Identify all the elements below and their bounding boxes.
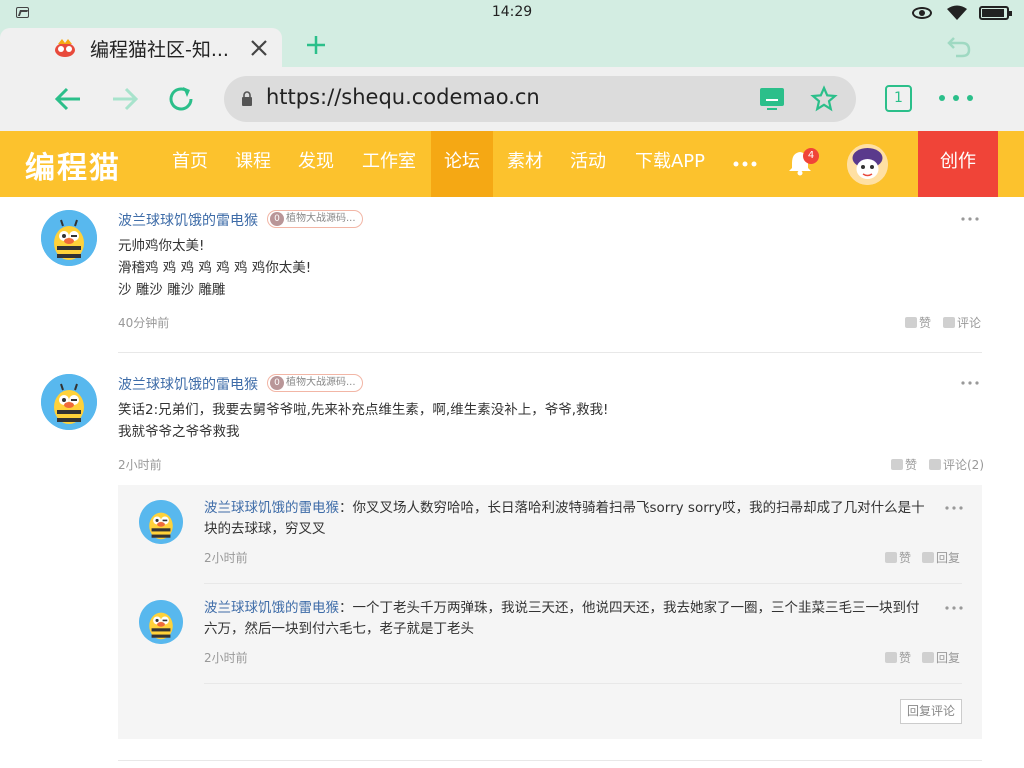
new-tab-icon[interactable]	[304, 33, 328, 57]
comment-username[interactable]: 波兰球球饥饿的雷电猴	[118, 374, 258, 394]
thumb-up-icon	[891, 459, 903, 470]
comment-icon	[929, 459, 941, 470]
reply-content: 波兰球球饥饿的雷电猴：一个丁老头千万两弹珠，我说三天还，他说四天还，我去她家了一…	[204, 600, 920, 637]
codemao-favicon-icon	[55, 39, 75, 57]
user-title: 植物大战源码...	[286, 377, 356, 388]
user-level: 0	[270, 212, 284, 226]
reply-avatar[interactable]	[139, 500, 183, 544]
nav-forum[interactable]: 论坛	[431, 131, 493, 197]
reply-more-icon[interactable]	[945, 506, 963, 510]
comment-icon	[943, 317, 955, 328]
nav-materials[interactable]: 素材	[497, 131, 553, 197]
eye-icon	[912, 7, 932, 19]
tv-icon[interactable]	[758, 85, 786, 113]
comment-time: 40分钟前	[118, 316, 170, 330]
reply-like-button[interactable]: 赞	[885, 549, 911, 566]
nav-courses[interactable]: 课程	[225, 131, 281, 197]
thumb-up-icon	[905, 317, 917, 328]
nav-download-app[interactable]: 下载APP	[624, 131, 716, 197]
divider	[118, 352, 982, 353]
reply-button[interactable]: 回复	[922, 549, 960, 566]
tab-count-button[interactable]: 1	[885, 85, 912, 112]
thumb-up-icon	[885, 652, 897, 663]
comment-line: 元帅鸡你太美!	[118, 238, 205, 254]
url-bar[interactable]: https://shequ.codemao.cn	[224, 76, 856, 122]
url-text[interactable]: https://shequ.codemao.cn	[266, 85, 540, 109]
nav-home[interactable]: 首页	[162, 131, 218, 197]
comment-avatar[interactable]	[41, 374, 97, 430]
status-time: 14:29	[491, 4, 533, 20]
comment-icon	[922, 652, 934, 663]
comment-button[interactable]: 评论	[943, 314, 981, 331]
reply-like-button[interactable]: 赞	[885, 649, 911, 666]
site-header: 编程猫 首页 课程 发现 工作室 论坛 素材 活动 下载APP 4 创作	[0, 131, 1024, 197]
reply-username[interactable]: 波兰球球饥饿的雷电猴	[204, 500, 339, 516]
wifi-icon	[947, 5, 967, 20]
reply-content: 波兰球球饥饿的雷电猴：你叉叉场人数穷哈哈，长日落哈利波特骑着扫帚飞sorry s…	[204, 500, 925, 537]
divider	[118, 760, 982, 761]
back-arrow-icon[interactable]	[52, 83, 84, 115]
browser-tab[interactable]: 编程猫社区-知...	[0, 28, 282, 67]
like-button[interactable]: 赞	[891, 456, 917, 473]
divider	[204, 683, 962, 684]
nav-studio[interactable]: 工作室	[354, 131, 424, 197]
create-button[interactable]: 创作	[918, 131, 998, 197]
refresh-icon[interactable]	[165, 83, 197, 115]
divider	[204, 583, 962, 584]
reply-button[interactable]: 回复	[922, 649, 960, 666]
comment-icon	[922, 552, 934, 563]
tab-title: 编程猫社区-知...	[90, 39, 229, 61]
thumb-up-icon	[885, 552, 897, 563]
comment-avatar[interactable]	[41, 210, 97, 266]
browser-menu-icon[interactable]	[938, 94, 974, 102]
comment-button[interactable]: 评论(2)	[929, 456, 984, 473]
forward-arrow-icon[interactable]	[109, 83, 141, 115]
star-icon[interactable]	[810, 85, 838, 113]
user-title-badge: 0 植物大战源码...	[267, 374, 363, 392]
nav-discover[interactable]: 发现	[288, 131, 344, 197]
nav-more-icon[interactable]	[733, 161, 757, 167]
reply-time: 2小时前	[204, 651, 248, 665]
reply-more-icon[interactable]	[945, 606, 963, 610]
status-bar: 14:29	[0, 0, 1024, 26]
comment-line: 滑稽鸡 鸡 鸡 鸡 鸡 鸡 鸡你太美!	[118, 260, 312, 276]
close-tab-icon[interactable]	[249, 38, 269, 58]
reply-comment-button[interactable]: 回复评论	[900, 699, 962, 724]
user-level: 0	[270, 376, 284, 390]
reply-avatar[interactable]	[139, 600, 183, 644]
user-title-badge: 0 植物大战源码...	[267, 210, 363, 228]
lock-icon	[242, 91, 252, 106]
comment-username[interactable]: 波兰球球饥饿的雷电猴	[118, 210, 258, 230]
reply-time: 2小时前	[204, 551, 248, 565]
notification-badge: 4	[803, 148, 819, 164]
comment-line: 笑话2:兄弟们，我要去舅爷爷啦,先来补充点维生素，啊,维生素没补上，爷爷,救我!	[118, 402, 609, 418]
comment-more-icon[interactable]	[961, 381, 979, 385]
battery-icon	[979, 6, 1012, 20]
comments-section: 波兰球球饥饿的雷电猴 0 植物大战源码... 元帅鸡你太美! 滑稽鸡 鸡 鸡 鸡…	[0, 197, 1024, 768]
address-bar: https://shequ.codemao.cn 1	[0, 67, 1024, 131]
reply-username[interactable]: 波兰球球饥饿的雷电猴	[204, 600, 339, 616]
undo-icon[interactable]	[946, 33, 972, 59]
comment-line: 我就爷爷之爷爷救我	[118, 424, 240, 440]
comment-line: 沙 雕沙 雕沙 雕雕	[118, 282, 226, 298]
comment-more-icon[interactable]	[961, 217, 979, 221]
site-logo[interactable]: 编程猫	[25, 143, 121, 187]
comment-time: 2小时前	[118, 458, 162, 472]
user-avatar[interactable]	[847, 144, 888, 185]
nav-activities[interactable]: 活动	[560, 131, 616, 197]
like-button[interactable]: 赞	[905, 314, 931, 331]
tab-strip: 编程猫社区-知...	[0, 26, 1024, 67]
user-title: 植物大战源码...	[286, 213, 356, 224]
